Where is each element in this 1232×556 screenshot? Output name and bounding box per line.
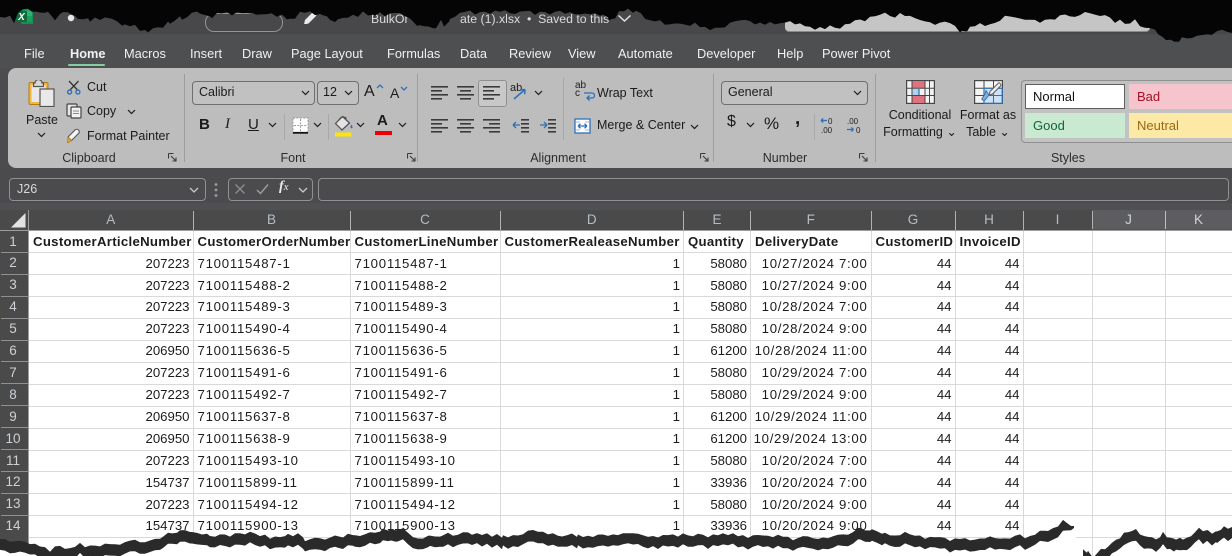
svg-text:0: 0 [856,126,861,135]
svg-text:.00: .00 [821,126,833,135]
svg-text:0: 0 [828,117,833,126]
svg-text:.00: .00 [847,117,859,126]
